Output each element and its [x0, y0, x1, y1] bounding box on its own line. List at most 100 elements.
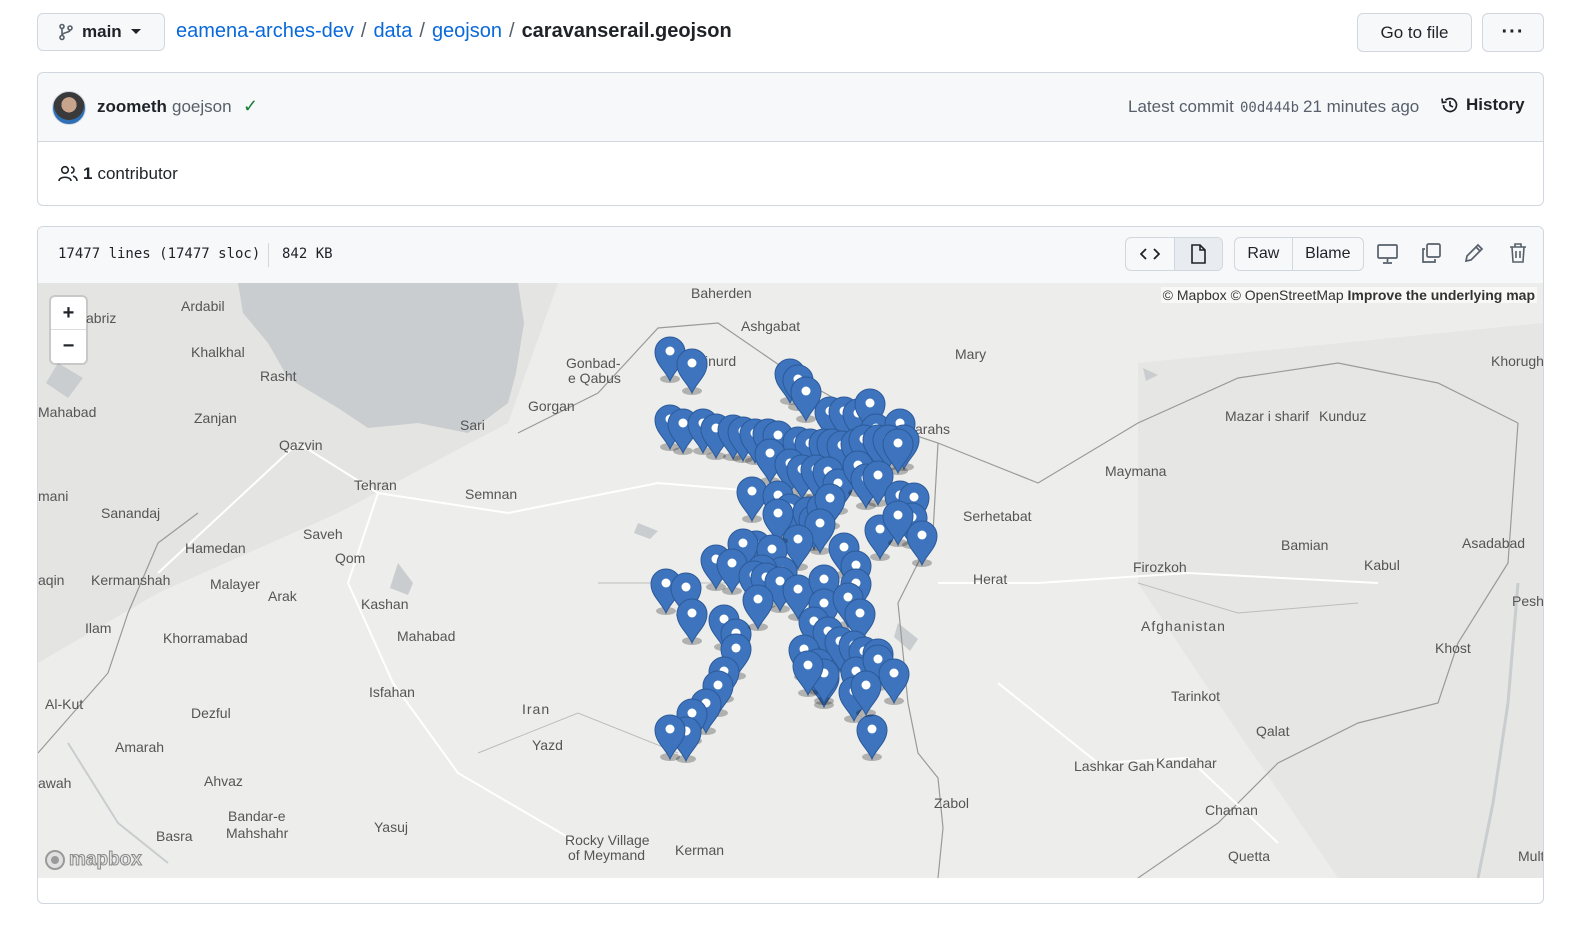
breadcrumb: eamena-arches-dev / data / geojson / car…	[176, 20, 732, 43]
map-label-mazar: Mazar i sharif	[1225, 408, 1309, 424]
improve-map-link[interactable]: Improve the underlying map	[1348, 287, 1535, 303]
breadcrumb-data[interactable]: data	[373, 20, 412, 43]
map-label-firozkoh: Firozkoh	[1133, 559, 1187, 575]
map-label-aqin: aqin	[38, 572, 64, 588]
map-label-qabus: e Qabus	[568, 370, 621, 386]
pencil-icon[interactable]	[1463, 242, 1485, 264]
divider	[268, 243, 269, 267]
map-label-asadabad: Asadabad	[1462, 535, 1525, 551]
map-label-tarinkot: Tarinkot	[1171, 688, 1220, 704]
file-lines: 17477 lines (17477 sloc)	[58, 246, 261, 262]
map-label-quetta: Quetta	[1228, 848, 1270, 864]
history-link[interactable]: History	[1440, 95, 1525, 115]
contributors-label: contributor	[97, 164, 178, 183]
zoom-in-button[interactable]: +	[51, 297, 86, 330]
map-label-yazd: Yazd	[532, 737, 563, 753]
blame-button[interactable]: Blame	[1293, 238, 1363, 270]
map-canvas[interactable]: Baherden Ashgabat Mary Ardabil abriz Khalkhal…	[38, 283, 1543, 878]
map-label-gonbad: Gonbad-	[566, 355, 621, 371]
mapbox-icon	[45, 850, 65, 870]
mapbox-wordmark: mapbox	[69, 849, 143, 871]
map-label-arak: Arak	[268, 588, 298, 604]
map-label-tabriz: abriz	[86, 310, 116, 326]
map-label-ahvaz: Ahvaz	[204, 773, 243, 789]
map-label-mahshahr: Mahshahr	[226, 825, 289, 841]
check-icon[interactable]: ✓	[243, 96, 258, 117]
breadcrumb-separator: /	[360, 20, 367, 42]
preview-view-button[interactable]	[1174, 238, 1222, 270]
breadcrumb-geojson[interactable]: geojson	[432, 20, 502, 43]
go-to-file-button[interactable]: Go to file	[1357, 13, 1472, 52]
file-header: 17477 lines (17477 sloc) 842 KB Raw Blam…	[38, 227, 1543, 284]
map-label-zabol: Zabol	[934, 795, 969, 811]
view-toggle	[1125, 237, 1223, 271]
map-label-maymana: Maymana	[1105, 463, 1167, 479]
map-label-semnan: Semnan	[465, 486, 517, 502]
commit-row: zoometh goejson ✓ Latest commit 00d444b …	[38, 73, 1543, 142]
map-label-rocky: Rocky Village	[565, 832, 650, 848]
map-label-kashan: Kashan	[361, 596, 408, 612]
mapbox-logo[interactable]: mapbox	[44, 849, 142, 871]
map-label-mahabad: Mahabad	[38, 404, 96, 420]
avatar[interactable]	[52, 91, 86, 125]
attribution-text[interactable]: © Mapbox © OpenStreetMap	[1163, 287, 1344, 303]
code-icon	[1139, 248, 1160, 260]
branch-name: main	[82, 22, 122, 41]
raw-button[interactable]: Raw	[1235, 238, 1293, 270]
map-label-hamedan: Hamedan	[185, 540, 246, 556]
file-icon	[1191, 244, 1207, 264]
copy-icon[interactable]	[1420, 242, 1442, 264]
map-label-bojnurd: jnurd	[704, 353, 736, 369]
map-label-sarakhs: arahs	[915, 421, 950, 437]
contributors-row[interactable]: 1 contributor	[58, 164, 178, 184]
code-view-button[interactable]	[1126, 238, 1175, 270]
latest-commit-label: Latest commit	[1128, 97, 1234, 116]
map-label-mani: mani	[38, 488, 68, 504]
map-label-sari: Sari	[460, 417, 485, 433]
map-label-peshawar: Peshawa	[1512, 593, 1543, 609]
map-label-tehran: Tehran	[354, 477, 397, 493]
map-label-ardabil: Ardabil	[181, 298, 225, 314]
map-label-iran: Iran	[522, 701, 550, 717]
commit-time: 21 minutes ago	[1303, 97, 1420, 116]
map-label-bamian: Bamian	[1281, 537, 1328, 553]
map-label-basra: Basra	[156, 828, 193, 844]
latest-commit-box: zoometh goejson ✓ Latest commit 00d444b …	[37, 72, 1544, 206]
map-label-sanandaj: Sanandaj	[101, 505, 160, 521]
map-label-herat: Herat	[973, 571, 1007, 587]
map-label-dezful: Dezful	[191, 705, 231, 721]
breadcrumb-separator: /	[419, 20, 425, 42]
map-label-zanjan: Zanjan	[194, 410, 237, 426]
map-label-kunduz: Kunduz	[1319, 408, 1366, 424]
map-label-awah: awah	[38, 775, 71, 791]
map-label-khorramabad: Khorramabad	[163, 630, 248, 646]
commit-message[interactable]: goejson	[172, 97, 232, 117]
map-label-khorugh: Khorugh	[1491, 353, 1543, 369]
people-icon	[58, 165, 78, 182]
git-branch-icon	[59, 23, 73, 41]
map-label-qazvin: Qazvin	[279, 437, 323, 453]
zoom-out-button[interactable]: −	[51, 330, 86, 363]
map-label-gorgan: Gorgan	[528, 398, 575, 414]
map-label-baherden: Baherden	[691, 285, 752, 301]
breadcrumb-repo[interactable]: eamena-arches-dev	[176, 20, 354, 43]
history-icon	[1441, 97, 1458, 113]
raw-blame-group: Raw Blame	[1234, 237, 1364, 271]
map-label-malayer: Malayer	[210, 576, 260, 592]
map-label-mary: Mary	[955, 346, 986, 362]
geojson-map[interactable]: Baherden Ashgabat Mary Ardabil abriz Khalkhal…	[38, 283, 1543, 878]
commit-author[interactable]: zoometh	[97, 97, 167, 117]
map-label-saveh: Saveh	[303, 526, 343, 542]
trash-icon[interactable]	[1507, 242, 1529, 264]
contributors-count: 1	[83, 164, 93, 183]
desktop-icon[interactable]	[1376, 243, 1400, 265]
more-options-button[interactable]: ···	[1482, 13, 1544, 52]
map-label-isfahan: Isfahan	[369, 684, 415, 700]
map-label-serhetabat: Serhetabat	[963, 508, 1032, 524]
map-label-alkut: Al-Kut	[45, 696, 83, 712]
map-label-mahabad2: Mahabad	[397, 628, 455, 644]
commit-sha[interactable]: 00d444b	[1240, 100, 1299, 116]
branch-selector[interactable]: main	[37, 13, 165, 51]
zoom-control: + −	[51, 297, 86, 363]
map-label-ilam: Ilam	[85, 620, 111, 636]
